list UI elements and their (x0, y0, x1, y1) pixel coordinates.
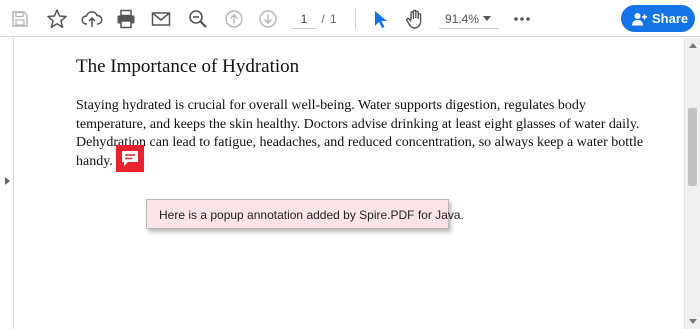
share-button-label: Share (652, 11, 689, 26)
expand-panel-icon[interactable] (5, 177, 10, 185)
next-page-icon[interactable] (256, 7, 280, 31)
document-body: Staying hydrated is crucial for overall … (76, 97, 644, 171)
scroll-up-icon[interactable] (689, 43, 697, 48)
vertical-scrollbar[interactable] (684, 38, 700, 329)
zoom-search-icon[interactable] (186, 7, 210, 31)
hand-tool-icon[interactable] (403, 7, 427, 31)
share-button[interactable]: Share (621, 5, 695, 32)
comment-note-icon[interactable] (116, 145, 144, 172)
document-page (15, 38, 684, 329)
toolbar-divider (355, 8, 356, 30)
bookmark-star-icon[interactable] (45, 7, 69, 31)
page-total: 1 (330, 12, 337, 26)
document-body-line: handy. (76, 153, 113, 169)
scroll-down-icon[interactable] (689, 319, 697, 324)
save-icon[interactable] (8, 7, 32, 31)
zoom-level-value: 91.4% (445, 12, 480, 26)
more-options-icon[interactable] (510, 7, 534, 31)
share-person-icon (631, 11, 647, 27)
select-cursor-icon[interactable] (368, 7, 392, 31)
page-separator: / (321, 12, 325, 26)
upload-cloud-icon[interactable] (80, 7, 104, 31)
popup-annotation[interactable]: Here is a popup annotation added by Spir… (146, 199, 464, 229)
popup-annotation-text: Here is a popup annotation added by Spir… (159, 208, 464, 222)
previous-page-icon[interactable] (222, 7, 246, 31)
document-body-line: Dehydration can lead to fatigue, headach… (76, 135, 644, 150)
print-icon[interactable] (114, 7, 138, 31)
scrollbar-thumb[interactable] (688, 108, 697, 186)
document-body-line: Staying hydrated is crucial for overall … (76, 98, 586, 113)
zoom-level-select[interactable]: 91.4% (439, 9, 499, 29)
page-number-input[interactable]: 1 (292, 9, 316, 29)
toolbar: 1 / 1 91.4% Share (0, 0, 700, 37)
document-title: The Importance of Hydration (76, 56, 300, 77)
left-panel (0, 38, 14, 329)
document-body-line: temperature, and keeps the skin healthy.… (76, 116, 640, 132)
chevron-down-icon (483, 16, 491, 21)
email-icon[interactable] (149, 7, 173, 31)
